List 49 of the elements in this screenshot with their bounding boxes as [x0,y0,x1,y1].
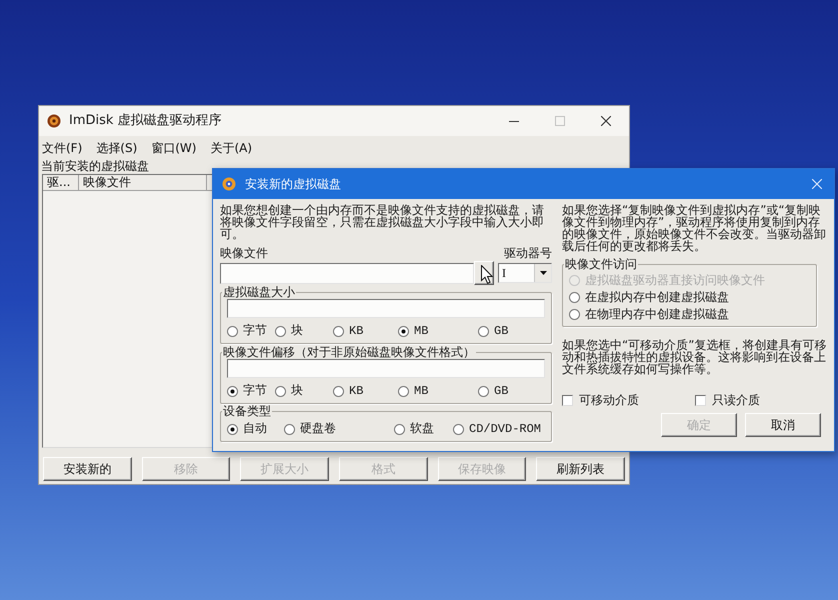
intro-text: 如果您想创建一个由内存而不是映像文件支持的虚拟磁盘，请将映像文件字段留空，只需在虚拟磁盘大小字段中输入大小即可。 [220,204,545,240]
drive-letter-dropdown[interactable]: I [498,263,552,283]
menu-item[interactable]: 关于(A) [209,140,254,156]
radio-button[interactable]: GB [478,384,545,399]
action-button[interactable]: 安装新的 [43,457,132,481]
menu-item[interactable]: 窗口(W) [150,140,198,156]
mouse-pointer-icon [481,265,493,284]
disc-icon [222,177,236,191]
menu-item[interactable]: 选择(S) [95,140,138,156]
radio-button[interactable]: MB [398,324,478,339]
column-header[interactable]: 驱... [43,175,79,190]
input-field[interactable] [227,359,545,378]
dialog-title: 安装新的虚拟磁盘 [245,176,341,192]
radio-button[interactable]: 块 [275,384,333,399]
group-title: 设备类型 [222,405,272,418]
radio-button[interactable]: 块 [275,324,333,339]
radio-button[interactable]: GB [478,324,545,339]
radio-button[interactable]: MB [398,384,478,399]
radio-button[interactable]: CD/DVD-ROM [453,422,545,437]
group-title: 虚拟磁盘大小 [222,286,296,299]
radio-button[interactable]: 字节 [227,324,275,339]
action-button[interactable]: 取消 [745,413,821,437]
radio-button[interactable]: KB [333,324,398,339]
radio-button[interactable]: 字节 [227,384,275,399]
action-button[interactable]: 刷新列表 [536,457,626,481]
radio-button[interactable]: 自动 [227,422,284,437]
list-label: 当前安装的虚拟磁盘 [40,159,150,173]
radio-button[interactable]: KB [333,384,398,399]
radio-button[interactable]: 硬盘卷 [284,422,394,437]
window-title: ImDisk 虚拟磁盘驱动程序 [69,113,222,129]
caret-icon [540,271,546,275]
radio-button[interactable]: 在物理内存中创建虚拟磁盘 [569,307,810,322]
removable-note-text: 如果您选中“可移动介质”复选框，将创建具有可移动和热插拔特性的虚拟设备。这将影响到在设备上文件系统缓存如何写操作等。 [562,339,827,375]
radio-button[interactable]: 在虚拟内存中创建虚拟磁盘 [569,290,810,305]
radio-button[interactable]: 软盘 [394,422,453,437]
column-header[interactable]: 映像文件 [79,175,207,190]
group-title: 映像文件偏移（对于非原始磁盘映像文件格式） [222,346,476,359]
minimize-icon[interactable] [509,120,519,122]
field-label: 映像文件 [220,246,268,260]
input-field[interactable] [220,262,474,284]
input-field[interactable] [227,299,545,318]
copy-note-text: 如果您选择“复制映像文件到虚拟内存”或“复制映像文件到物理内存”，驱动程序将使用复制到内存的映像文件，原始映像文件不会改变。当驱动器卸载后任何的更改都将丢失。 [562,204,827,252]
field-label: 驱动器号 [504,246,552,260]
close-icon[interactable] [601,116,611,126]
group-title: 映像文件访问 [564,258,638,271]
menu-item[interactable]: 文件(F) [41,140,84,156]
checkbox[interactable]: 只读介质 [695,393,760,408]
app-disc-icon [47,114,61,128]
checkbox[interactable]: 可移动介质 [562,393,695,408]
